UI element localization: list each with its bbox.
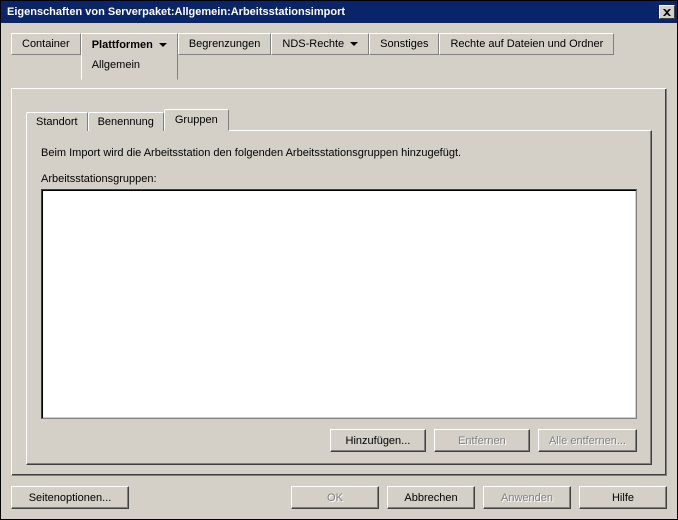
tab-plattformen[interactable]: Plattformen Allgemein bbox=[81, 33, 178, 80]
button-label: Anwenden bbox=[501, 492, 553, 504]
dialog-body: Container Plattformen Allgemein Begrenzu… bbox=[1, 23, 677, 476]
add-button[interactable]: Hinzufügen... bbox=[330, 429, 426, 452]
button-label: Seitenoptionen... bbox=[29, 492, 112, 504]
close-button[interactable] bbox=[659, 5, 675, 19]
tab-label: Benennung bbox=[98, 116, 154, 128]
ok-button[interactable]: OK bbox=[291, 486, 379, 509]
chevron-down-icon bbox=[350, 42, 358, 46]
apply-button[interactable]: Anwenden bbox=[483, 486, 571, 509]
dialog-window: Eigenschaften von Serverpaket:Allgemein:… bbox=[0, 0, 678, 520]
tab-nds-rechte[interactable]: NDS-Rechte bbox=[271, 33, 369, 55]
category-tab-row: Container Plattformen Allgemein Begrenzu… bbox=[11, 33, 667, 80]
tab-label: NDS-Rechte bbox=[282, 37, 344, 51]
cancel-button[interactable]: Abbrechen bbox=[387, 486, 475, 509]
tab-label: Gruppen bbox=[175, 114, 218, 126]
inner-tab-row: Standort Benennung Gruppen bbox=[26, 109, 652, 130]
list-button-row: Hinzufügen... Entfernen Alle entfernen..… bbox=[41, 429, 637, 452]
inner-tab-standort[interactable]: Standort bbox=[26, 112, 88, 131]
content-panel: Standort Benennung Gruppen Beim Import w… bbox=[11, 88, 667, 476]
dialog-button-row: Seitenoptionen... OK Abbrechen Anwenden … bbox=[1, 476, 677, 519]
chevron-down-icon bbox=[159, 43, 167, 47]
tab-label: Sonstiges bbox=[380, 37, 428, 51]
tab-rechte-dateien-ordner[interactable]: Rechte auf Dateien und Ordner bbox=[439, 33, 614, 55]
tab-label: Container bbox=[22, 37, 70, 51]
button-label: Hinzufügen... bbox=[346, 435, 411, 447]
tab-sublabel: Allgemein bbox=[92, 55, 140, 75]
remove-all-button[interactable]: Alle entfernen... bbox=[538, 429, 637, 452]
tab-label: Begrenzungen bbox=[189, 37, 261, 51]
help-button[interactable]: Hilfe bbox=[579, 486, 667, 509]
page-options-button[interactable]: Seitenoptionen... bbox=[11, 486, 129, 509]
button-label: Hilfe bbox=[612, 492, 634, 504]
title-bar: Eigenschaften von Serverpaket:Allgemein:… bbox=[1, 1, 677, 23]
tab-label: Plattformen bbox=[92, 38, 153, 52]
list-label: Arbeitsstationsgruppen: bbox=[41, 173, 637, 185]
button-label: Alle entfernen... bbox=[549, 435, 626, 447]
tab-label: Standort bbox=[36, 116, 78, 128]
inner-tab-benennung[interactable]: Benennung bbox=[88, 112, 164, 131]
button-label: OK bbox=[327, 492, 343, 504]
inner-tab-content: Beim Import wird die Arbeitsstation den … bbox=[26, 130, 652, 465]
tab-sonstiges[interactable]: Sonstiges bbox=[369, 33, 439, 55]
button-label: Entfernen bbox=[458, 435, 506, 447]
tab-label: Rechte auf Dateien und Ordner bbox=[450, 37, 603, 51]
workstation-groups-list[interactable] bbox=[41, 189, 637, 419]
button-label: Abbrechen bbox=[404, 492, 457, 504]
window-title: Eigenschaften von Serverpaket:Allgemein:… bbox=[7, 6, 659, 18]
remove-button[interactable]: Entfernen bbox=[434, 429, 530, 452]
inner-tab-gruppen[interactable]: Gruppen bbox=[164, 109, 229, 131]
tab-begrenzungen[interactable]: Begrenzungen bbox=[178, 33, 272, 55]
close-icon bbox=[663, 9, 671, 16]
tab-container[interactable]: Container bbox=[11, 33, 81, 55]
info-text: Beim Import wird die Arbeitsstation den … bbox=[41, 147, 637, 159]
